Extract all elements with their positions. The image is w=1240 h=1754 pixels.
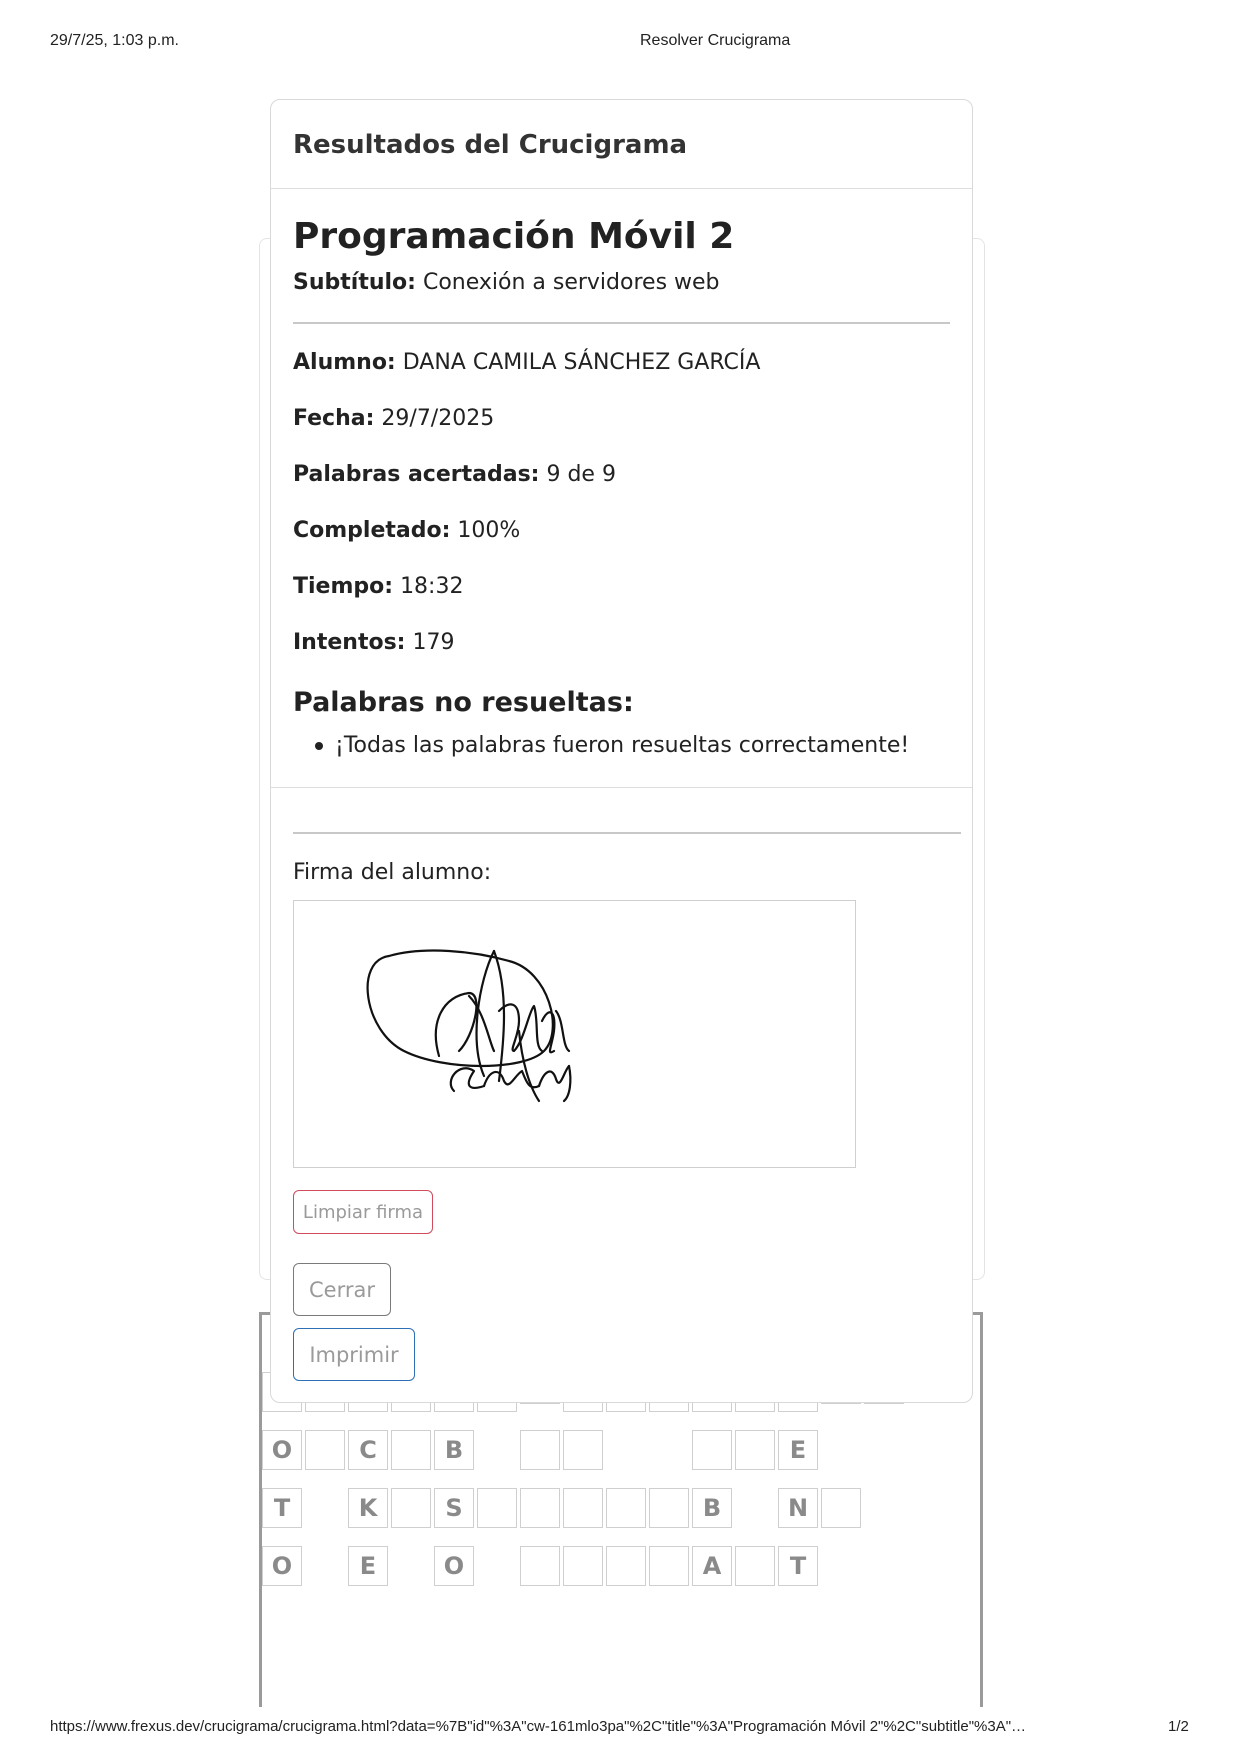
- crossword-cell[interactable]: T: [778, 1546, 818, 1586]
- crossword-cell[interactable]: [477, 1488, 517, 1528]
- print-datetime: 29/7/25, 1:03 p.m.: [50, 32, 179, 49]
- close-button[interactable]: Cerrar: [293, 1263, 391, 1316]
- palabras-label: Palabras acertadas:: [293, 462, 540, 487]
- modal-footer-divider: [271, 787, 972, 788]
- print-url: https://www.frexus.dev/crucigrama/crucig…: [50, 1718, 1027, 1735]
- crossword-cell[interactable]: [520, 1430, 560, 1470]
- crossword-cell[interactable]: [735, 1430, 775, 1470]
- crossword-cell[interactable]: [520, 1488, 560, 1528]
- intentos-label: Intentos:: [293, 630, 406, 655]
- crossword-cell[interactable]: [606, 1488, 646, 1528]
- crossword-cell[interactable]: [563, 1546, 603, 1586]
- crossword-cell[interactable]: [692, 1430, 732, 1470]
- subtitle-value: Conexión a servidores web: [422, 270, 720, 295]
- signature-canvas[interactable]: [293, 900, 856, 1168]
- modal-header: Resultados del Crucigrama: [271, 100, 972, 189]
- crossword-cell[interactable]: [821, 1488, 861, 1528]
- print-page-title: Resolver Crucigrama: [640, 32, 791, 49]
- crossword-cell[interactable]: O: [262, 1430, 302, 1470]
- clear-signature-button[interactable]: Limpiar firma: [293, 1190, 433, 1234]
- print-button[interactable]: Imprimir: [293, 1328, 415, 1381]
- crossword-cell[interactable]: [563, 1488, 603, 1528]
- palabras-line: Palabras acertadas: 9 de 9: [293, 462, 616, 487]
- crossword-cell[interactable]: [606, 1546, 646, 1586]
- fecha-label: Fecha:: [293, 406, 375, 431]
- completado-value: 100%: [457, 518, 521, 543]
- signature-label: Firma del alumno:: [293, 860, 492, 885]
- completado-line: Completado: 100%: [293, 518, 520, 543]
- palabras-value: 9 de 9: [546, 462, 616, 487]
- crossword-cell[interactable]: B: [692, 1488, 732, 1528]
- fecha-line: Fecha: 29/7/2025: [293, 406, 494, 431]
- print-page-number: 1/2: [1168, 1718, 1189, 1735]
- crossword-cell[interactable]: [391, 1430, 431, 1470]
- results-modal: Resultados del Crucigrama Programación M…: [270, 99, 973, 1403]
- signature-drawing: [366, 949, 572, 1103]
- crossword-cell[interactable]: B: [434, 1430, 474, 1470]
- crossword-cell[interactable]: [563, 1430, 603, 1470]
- crossword-cell[interactable]: [391, 1488, 431, 1528]
- tiempo-label: Tiempo:: [293, 574, 394, 599]
- intentos-value: 179: [412, 630, 455, 655]
- crossword-cell[interactable]: [520, 1546, 560, 1586]
- alumno-label: Alumno:: [293, 350, 396, 375]
- crossword-cell[interactable]: [735, 1546, 775, 1586]
- crossword-cell[interactable]: K: [348, 1488, 388, 1528]
- crossword-cell[interactable]: O: [434, 1546, 474, 1586]
- unsolved-item-text: ¡Todas las palabras fueron resueltas cor…: [335, 733, 910, 758]
- crossword-cell[interactable]: [649, 1546, 689, 1586]
- alumno-value: DANA CAMILA SÁNCHEZ GARCÍA: [402, 350, 761, 375]
- crossword-cell[interactable]: S: [434, 1488, 474, 1528]
- list-item: ¡Todas las palabras fueron resueltas cor…: [315, 733, 909, 758]
- crossword-cell[interactable]: T: [262, 1488, 302, 1528]
- crossword-cell[interactable]: [305, 1430, 345, 1470]
- subtitle-line: Subtítulo: Conexión a servidores web: [293, 270, 720, 295]
- crossword-cell[interactable]: [649, 1488, 689, 1528]
- crossword-cell[interactable]: E: [778, 1430, 818, 1470]
- fecha-value: 29/7/2025: [381, 406, 495, 431]
- alumno-line: Alumno: DANA CAMILA SÁNCHEZ GARCÍA: [293, 350, 760, 375]
- completado-label: Completado:: [293, 518, 451, 543]
- intentos-line: Intentos: 179: [293, 630, 454, 655]
- crossword-cell[interactable]: N: [778, 1488, 818, 1528]
- crossword-cell[interactable]: A: [692, 1546, 732, 1586]
- crossword-cell[interactable]: C: [348, 1430, 388, 1470]
- modal-header-title: Resultados del Crucigrama: [293, 130, 688, 160]
- tiempo-line: Tiempo: 18:32: [293, 574, 463, 599]
- subtitle-label: Subtítulo:: [293, 270, 416, 295]
- tiempo-value: 18:32: [400, 574, 464, 599]
- crossword-cell[interactable]: O: [262, 1546, 302, 1586]
- bullet-icon: [315, 742, 323, 750]
- divider: [293, 322, 950, 324]
- crossword-title: Programación Móvil 2: [293, 216, 735, 257]
- crossword-cell[interactable]: E: [348, 1546, 388, 1586]
- unsolved-heading: Palabras no resueltas:: [293, 687, 634, 718]
- signature-divider: [293, 832, 961, 834]
